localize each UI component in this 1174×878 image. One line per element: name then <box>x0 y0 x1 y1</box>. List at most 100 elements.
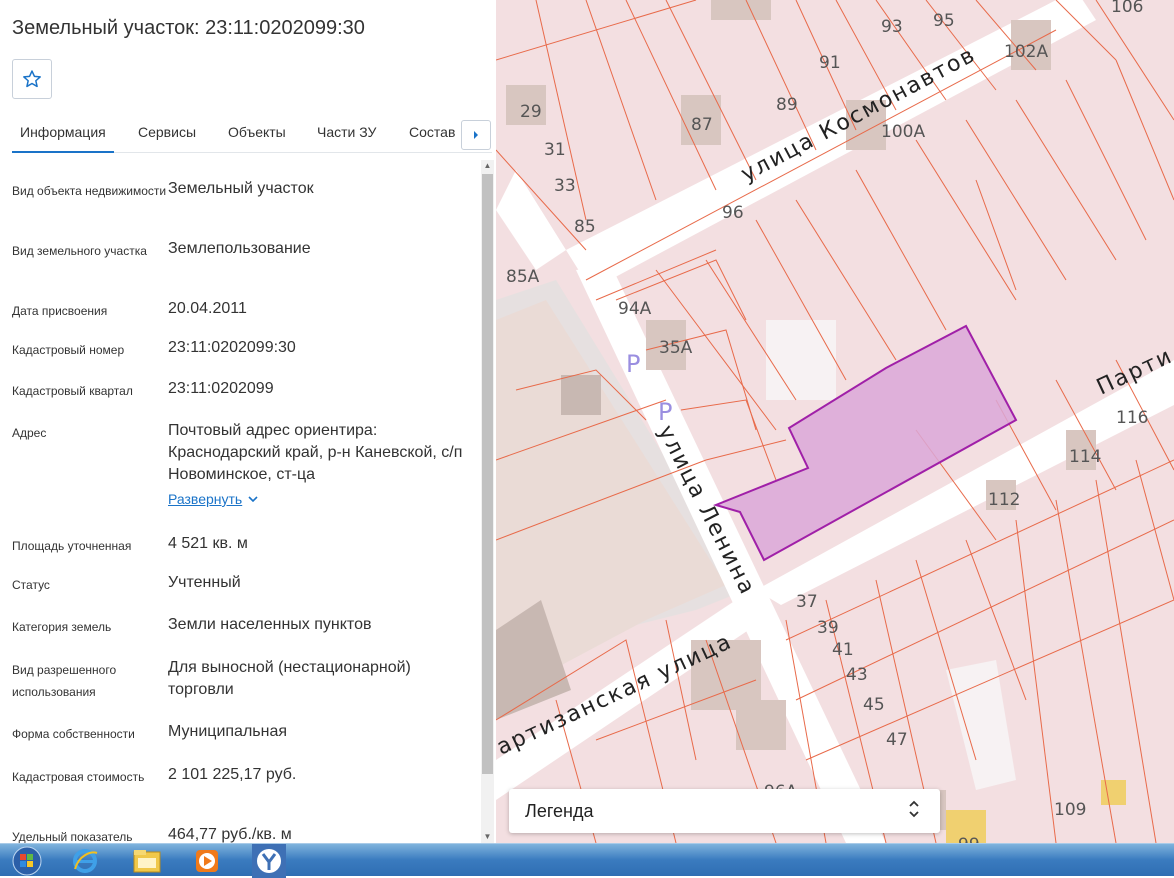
map-canvas[interactable]: улица Космонавтов улица Ленина Парти арт… <box>496 0 1174 843</box>
expand-address-link[interactable]: Развернуть <box>168 488 258 510</box>
house-number: 35А <box>659 338 693 358</box>
tab-information[interactable]: Информация <box>12 124 114 153</box>
field-address: Адрес Почтовый адрес ориентира: Краснода… <box>12 420 474 533</box>
house-number: 45 <box>863 695 885 715</box>
field-label: Кадастровый номер <box>12 343 125 357</box>
field-label: Вид объекта недвижимости <box>12 184 167 198</box>
field-label: Форма собственности <box>12 727 135 741</box>
tab-composition[interactable]: Состав <box>409 124 455 140</box>
favorite-button[interactable] <box>12 59 52 99</box>
house-number: 106 <box>1111 0 1143 17</box>
star-icon <box>23 70 41 88</box>
house-number: 116 <box>1116 408 1148 428</box>
field-value: Для выносной (нестационарной) торговли <box>168 659 411 698</box>
field-address-value: Почтовый адрес ориентира: Краснодарский … <box>168 420 474 533</box>
tab-bar: Информация Сервисы Объекты Части ЗУ Сост… <box>12 113 492 153</box>
house-number: 29 <box>520 102 542 122</box>
field-land-category: Категория земель Земли населенных пункто… <box>12 614 474 657</box>
field-label: Кадастровая стоимость <box>12 770 145 784</box>
legend-label: Легенда <box>525 801 594 821</box>
house-number: 39 <box>817 618 839 638</box>
field-cadastral-quarter: Кадастровый квартал 23:11:0202099 <box>12 378 474 420</box>
tab-parcel-parts[interactable]: Части ЗУ <box>317 124 376 140</box>
house-number: 102А <box>1004 42 1048 62</box>
windows-start-icon[interactable] <box>2 846 52 876</box>
up-down-chevron-icon[interactable] <box>908 799 920 820</box>
house-number: 37 <box>796 592 818 612</box>
house-number: 99 <box>958 835 980 843</box>
field-value: 2 101 225,17 руб. <box>168 766 297 783</box>
field-label: Адрес <box>12 426 47 440</box>
field-label: Кадастровый квартал <box>12 384 133 398</box>
chevron-right-icon <box>474 131 478 139</box>
field-land-type: Вид земельного участка Землепользование <box>12 238 474 298</box>
tabs-scroll-right-button[interactable] <box>461 120 491 150</box>
parking-marker: P <box>626 350 640 378</box>
internet-explorer-icon[interactable] <box>60 846 110 876</box>
house-number: 109 <box>1054 800 1086 820</box>
property-list: Вид объекта недвижимости Земельный участ… <box>12 178 474 843</box>
field-permitted-use: Вид разрешенного использования Для вынос… <box>12 657 474 721</box>
chevron-down-icon <box>248 496 258 502</box>
page-title: Земельный участок: 23:11:0202099:30 <box>12 17 365 39</box>
field-value: Учтенный <box>168 574 241 591</box>
house-number: 47 <box>886 730 908 750</box>
house-number: 112 <box>988 490 1020 510</box>
scroll-down-icon[interactable]: ▼ <box>481 831 494 843</box>
field-area: Площадь уточненная 4 521 кв. м <box>12 533 474 572</box>
field-value: 464,77 руб./кв. м <box>168 826 292 843</box>
field-label: Дата присвоения <box>12 304 108 318</box>
scroll-up-icon[interactable]: ▲ <box>481 160 494 172</box>
field-label: Вид разрешенного использования <box>12 663 117 699</box>
cadastral-map[interactable]: улица Космонавтов улица Ленина Парти арт… <box>496 0 1174 843</box>
field-unit-value: Удельный показатель 464,77 руб./кв. м <box>12 824 474 843</box>
tab-services[interactable]: Сервисы <box>138 124 196 140</box>
media-player-icon[interactable] <box>182 846 232 876</box>
scrollbar-thumb[interactable] <box>482 174 493 774</box>
house-number: 91 <box>819 53 841 73</box>
house-number: 93 <box>881 17 903 37</box>
field-value: Земельный участок <box>168 180 314 197</box>
field-value: Почтовый адрес ориентира: Краснодарский … <box>168 422 463 483</box>
field-cadastral-number: Кадастровый номер 23:11:0202099:30 <box>12 337 474 378</box>
tab-objects[interactable]: Объекты <box>228 124 286 140</box>
field-value: 23:11:0202099:30 <box>168 339 296 356</box>
field-label: Статус <box>12 578 50 592</box>
field-ownership: Форма собственности Муниципальная <box>12 721 474 764</box>
house-number: 85 <box>574 217 596 237</box>
field-label: Площадь уточненная <box>12 539 132 553</box>
house-number: 33 <box>554 176 576 196</box>
house-number: 100А <box>881 122 925 142</box>
field-value: 23:11:0202099 <box>168 380 274 397</box>
field-value: Земли населенных пунктов <box>168 616 372 633</box>
house-number: 89 <box>776 95 798 115</box>
panel-scrollbar[interactable]: ▲ ▼ <box>481 160 494 843</box>
field-label: Вид земельного участка <box>12 244 147 258</box>
house-number: 31 <box>544 140 566 160</box>
house-number: 114 <box>1069 447 1101 467</box>
field-value: Муниципальная <box>168 723 288 740</box>
file-explorer-icon[interactable] <box>122 846 172 876</box>
house-number: 95 <box>933 11 955 31</box>
expand-label: Развернуть <box>168 491 243 507</box>
field-value: 20.04.2011 <box>168 300 247 317</box>
windows-taskbar <box>0 843 1174 878</box>
field-object-type: Вид объекта недвижимости Земельный участ… <box>12 178 474 238</box>
parking-marker: P <box>658 398 672 426</box>
yandex-browser-icon[interactable] <box>244 844 294 878</box>
field-label: Удельный показатель <box>12 830 133 843</box>
field-value: Землепользование <box>168 240 311 257</box>
field-value: 4 521 кв. м <box>168 535 248 552</box>
field-cadastral-value: Кадастровая стоимость 2 101 225,17 руб. <box>12 764 474 824</box>
field-assign-date: Дата присвоения 20.04.2011 <box>12 298 474 337</box>
house-number: 85А <box>506 267 540 287</box>
house-number: 94А <box>618 299 652 319</box>
house-number: 41 <box>832 640 854 660</box>
info-panel: Земельный участок: 23:11:0202099:30 Инфо… <box>0 0 496 843</box>
field-label: Категория земель <box>12 620 112 634</box>
house-number: 96 <box>722 203 744 223</box>
legend-dropdown[interactable]: Легенда <box>509 789 940 833</box>
field-status: Статус Учтенный <box>12 572 474 614</box>
house-number: 87 <box>691 115 713 135</box>
house-number: 43 <box>846 665 868 685</box>
